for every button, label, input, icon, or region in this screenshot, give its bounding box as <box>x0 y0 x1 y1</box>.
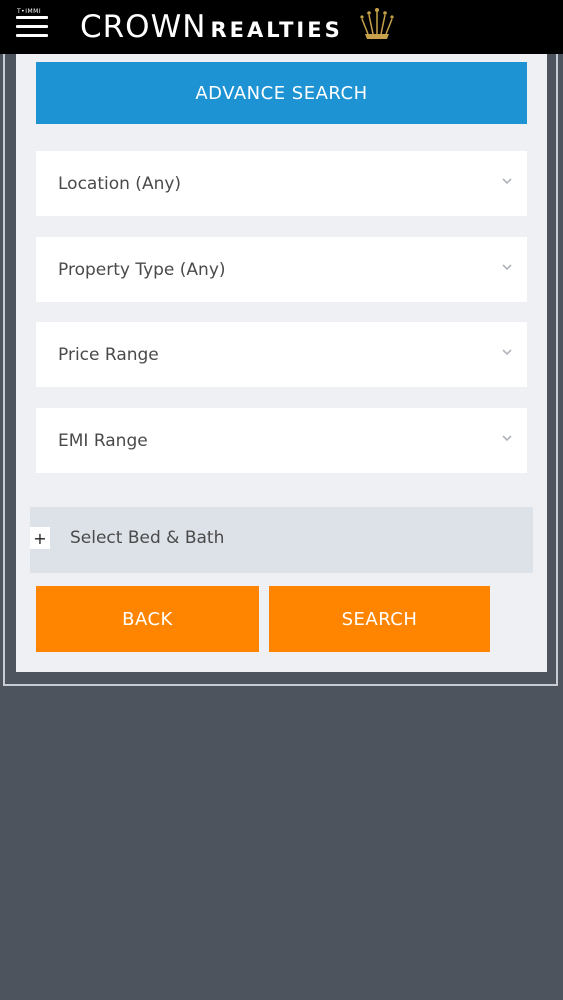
chevron-down-icon <box>502 264 512 271</box>
chevron-down-icon <box>502 435 512 442</box>
emi-range-select-label: EMI Range <box>58 430 148 451</box>
chevron-down-icon <box>502 178 512 185</box>
expand-bed-bath-button[interactable]: + <box>30 527 50 549</box>
price-range-select[interactable]: Price Range <box>36 322 527 387</box>
back-button[interactable]: BACK <box>36 586 259 652</box>
location-select[interactable]: Location (Any) <box>36 151 527 216</box>
brand-name-crown: CROWN <box>80 9 207 45</box>
bed-bath-label[interactable]: Select Bed & Bath <box>70 528 224 548</box>
property-type-select[interactable]: Property Type (Any) <box>36 237 527 302</box>
hamburger-icon[interactable] <box>16 16 48 38</box>
location-select-label: Location (Any) <box>58 173 182 194</box>
brand-name-realties: REALTIES <box>210 18 343 42</box>
menu-small-label: T•IMMI <box>17 8 42 15</box>
property-type-select-label: Property Type (Any) <box>58 259 226 280</box>
top-navigation-bar: T•IMMI CROWN REALTIES <box>0 0 563 54</box>
price-range-select-label: Price Range <box>58 344 159 365</box>
advance-search-header[interactable]: ADVANCE SEARCH <box>36 62 527 124</box>
chevron-down-icon <box>502 349 512 356</box>
brand-logo[interactable]: CROWN REALTIES <box>80 9 343 45</box>
search-button[interactable]: SEARCH <box>269 586 490 652</box>
crown-icon <box>360 8 394 39</box>
emi-range-select[interactable]: EMI Range <box>36 408 527 473</box>
